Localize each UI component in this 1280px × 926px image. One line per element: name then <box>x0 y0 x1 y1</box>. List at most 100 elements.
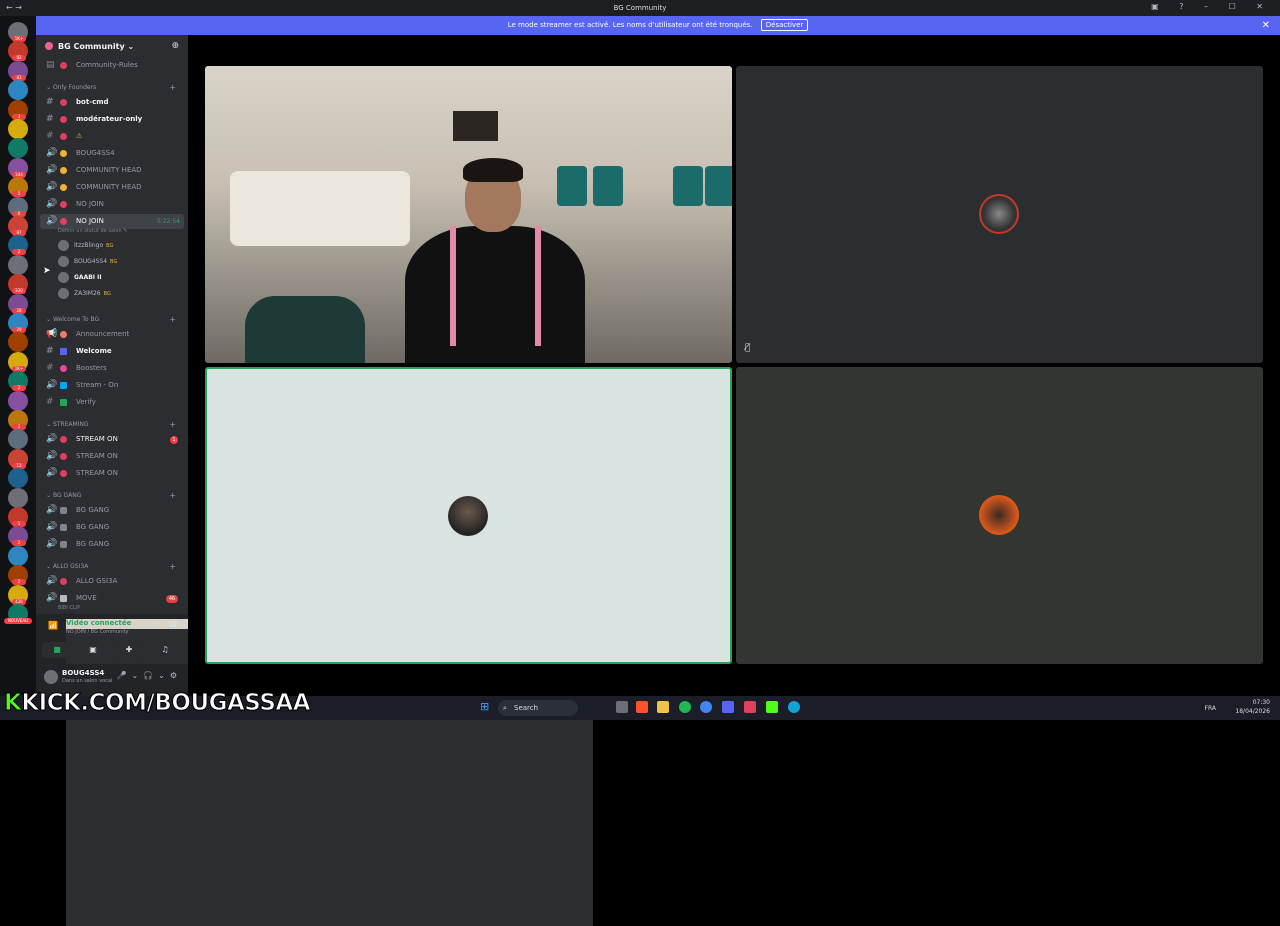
category-bg-gang[interactable]: ⌄ BG GANG + <box>46 490 186 502</box>
voice-user[interactable]: ZA3IM26 BG <box>58 286 176 301</box>
voice-channel-gang-3[interactable]: 🔊 BG GANG <box>40 537 184 552</box>
signal-icon[interactable]: 📶 <box>48 621 58 630</box>
category-label: BG GANG <box>52 492 82 499</box>
server-list: 1K+ 82 83 3 344 5 6 87 2 330 28 29 1K+ 2 2 12 1 2 2 426 NOUV… <box>0 16 36 696</box>
voice-channel-allo[interactable]: 🔊 ALLO GSI3A <box>40 574 184 589</box>
windows-start-icon[interactable]: ⊞ <box>480 700 489 713</box>
spotify-icon[interactable] <box>679 701 691 713</box>
brave-icon[interactable] <box>636 701 648 713</box>
mention-badge: 46 <box>166 595 178 603</box>
add-channel-icon[interactable]: + <box>169 561 176 573</box>
video-tile-avatar-3[interactable] <box>736 367 1263 664</box>
channel-welcome[interactable]: # Welcome <box>40 344 184 359</box>
noise-suppression-icon[interactable]: ♒ <box>153 620 160 629</box>
category-only-founders[interactable]: ⌄ Only Founders + <box>46 82 186 94</box>
category-streaming[interactable]: ⌄ STREAMING + <box>46 419 186 431</box>
voice-user[interactable]: BOUG4SS4 BG <box>58 254 176 269</box>
channel-label: COMMUNITY HEAD <box>76 166 142 174</box>
user-controls[interactable]: 🎤⌄🎧⌄⚙ <box>117 671 183 680</box>
voice-channel-no-join-active[interactable]: 🔊 NO JOIN 5:22:54 <box>40 214 184 229</box>
kick-icon[interactable] <box>766 701 778 713</box>
hash-icon: # <box>46 346 54 356</box>
server-icon[interactable] <box>8 254 28 275</box>
voice-channel-stream-2[interactable]: 🔊 STREAM ON <box>40 449 184 464</box>
channel-label: modérateur-only <box>76 115 143 123</box>
channel-stream-on[interactable]: 🔊 Stream - On <box>40 378 184 393</box>
close-icon[interactable]: ✕ <box>1262 16 1270 35</box>
voice-connection-panel: 📶 Vidéo connectée NO JOIN / BG Community… <box>36 614 593 926</box>
app-icon[interactable] <box>744 701 756 713</box>
server-icon[interactable] <box>8 487 28 508</box>
edge-icon[interactable] <box>788 701 800 713</box>
taskbar-search[interactable]: ⌕ Search <box>498 700 578 716</box>
server-icon[interactable] <box>8 138 28 159</box>
channel-verify[interactable]: # Verify <box>40 395 184 410</box>
disconnect-icon[interactable]: ☎ <box>168 620 178 629</box>
warning-icon: ⚠ <box>76 132 83 140</box>
voice-channel-community-head-1[interactable]: 🔊 COMMUNITY HEAD <box>40 163 184 178</box>
channel-label: MOVE <box>76 594 97 602</box>
channel-community-rules[interactable]: ▤ Community-Rules <box>40 58 184 73</box>
video-tile-avatar-2[interactable] <box>205 367 732 664</box>
voice-channel-boug[interactable]: 🔊 BOUG4SS4 <box>40 146 184 161</box>
folder-icon[interactable] <box>657 701 669 713</box>
soundboard-button[interactable]: ♫ <box>150 642 180 658</box>
voice-channel-gang-1[interactable]: 🔊 BG GANG <box>40 503 184 518</box>
voice-channel-gang-2[interactable]: 🔊 BG GANG <box>40 520 184 535</box>
person-add-icon[interactable]: ⊕ <box>171 41 179 51</box>
voice-channel-community-head-2[interactable]: 🔊 COMMUNITY HEAD <box>40 180 184 195</box>
dot-icon <box>60 99 67 106</box>
video-tile-avatar-1[interactable]: 🎙̸ <box>736 66 1263 363</box>
server-icon[interactable] <box>8 429 28 450</box>
voice-user[interactable]: ItzzBlingo BG <box>58 238 176 253</box>
server-icon[interactable] <box>8 119 28 139</box>
activities-button[interactable]: ✚ <box>114 642 144 658</box>
server-icon[interactable] <box>8 390 28 411</box>
emoji-icon <box>60 348 67 355</box>
figure-icon <box>60 507 67 514</box>
camera-button[interactable]: ■ <box>42 642 72 658</box>
clock-date: 18/04/2026 <box>1235 708 1270 715</box>
speaker-icon: 🔊 <box>46 576 58 586</box>
window-controls[interactable]: ▣ ? – ☐ ✕ <box>1151 2 1272 11</box>
channel-boosters[interactable]: # Boosters <box>40 361 184 376</box>
chrome-icon[interactable] <box>700 701 712 713</box>
add-channel-icon[interactable]: + <box>169 82 176 94</box>
channel-status-hint[interactable]: Définir un statut de salon ✎ <box>58 228 127 234</box>
voice-user[interactable]: GAABI II <box>58 270 176 285</box>
voice-channel-no-join-1[interactable]: 🔊 NO JOIN <box>40 197 184 212</box>
system-tray[interactable]: FRA 07:30 18/04/2026 <box>1205 698 1270 716</box>
hair <box>463 158 523 182</box>
server-icon[interactable] <box>8 545 28 566</box>
task-view-icon[interactable] <box>616 701 628 713</box>
video-tile-streamer[interactable] <box>205 66 732 363</box>
add-channel-icon[interactable]: + <box>169 490 176 502</box>
figure-icon <box>60 524 67 531</box>
server-icon[interactable] <box>8 80 28 101</box>
disable-streamer-button[interactable]: Désactiver <box>760 19 809 31</box>
add-channel-icon[interactable]: + <box>169 419 176 431</box>
discord-icon[interactable] <box>722 701 734 713</box>
shirt <box>405 226 585 363</box>
add-channel-icon[interactable]: + <box>169 314 176 326</box>
channel-label: NO JOIN <box>76 200 104 208</box>
server-icon[interactable] <box>8 332 28 353</box>
server-icon[interactable] <box>8 468 28 489</box>
voice-channel-stream-3[interactable]: 🔊 STREAM ON <box>40 466 184 481</box>
avatar <box>979 495 1019 535</box>
voice-channel-stream-1[interactable]: 🔊 STREAM ON 1 <box>40 432 184 447</box>
voice-channel-move[interactable]: 🔊 MOVE 46 <box>40 591 184 606</box>
category-allo[interactable]: ⌄ ALLO GSI3A + <box>46 561 186 573</box>
warning-icon <box>60 150 67 157</box>
channel-announcement[interactable]: 📢 Announcement <box>40 327 184 342</box>
avatar[interactable] <box>44 670 58 684</box>
mouse-cursor-icon: ➤ <box>43 266 51 276</box>
screen-share-button[interactable]: ▣ <box>78 642 108 658</box>
rules-icon: ▤ <box>46 60 55 70</box>
channel-warning[interactable]: # ⚠ <box>40 129 184 144</box>
language-indicator[interactable]: FRA <box>1205 704 1216 713</box>
server-header[interactable]: BG Community ⌄ ⊕ <box>36 35 188 57</box>
channel-bot-cmd[interactable]: # bot-cmd <box>40 95 184 110</box>
channel-moderateur-only[interactable]: # modérateur-only <box>40 112 184 127</box>
category-welcome[interactable]: ⌄ Welcome To BG + <box>46 314 186 326</box>
